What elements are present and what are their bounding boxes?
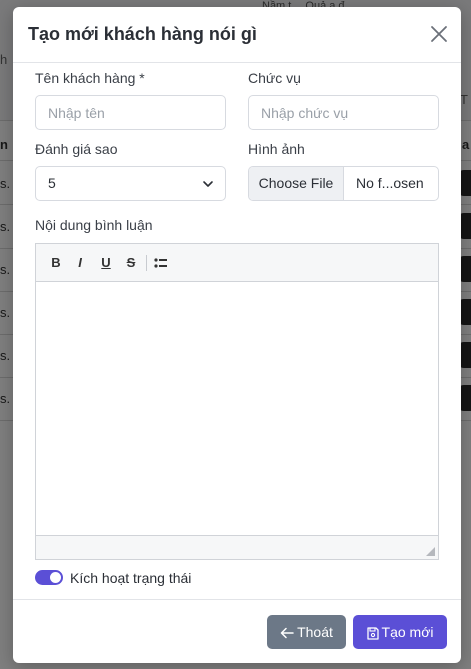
rating-select[interactable]: 5 <box>35 166 226 201</box>
exit-button-label: Thoát <box>297 624 333 640</box>
arrow-left-icon <box>280 628 294 639</box>
editor-content-area[interactable] <box>36 282 438 535</box>
chevron-down-icon <box>203 181 213 187</box>
modal-header: Tạo mới khách hàng nói gì <box>13 7 461 63</box>
exit-button[interactable]: Thoát <box>267 615 346 649</box>
bold-button[interactable]: B <box>48 254 64 272</box>
name-label: Tên khách hàng * <box>35 70 145 86</box>
name-input[interactable] <box>35 95 226 130</box>
status-toggle-label: Kích hoạt trạng thái <box>70 570 192 586</box>
create-button-label: Tạo mới <box>381 624 434 640</box>
modal-title: Tạo mới khách hàng nói gì <box>28 24 257 44</box>
rating-label: Đánh giá sao <box>35 141 118 157</box>
toggle-knob <box>50 572 61 583</box>
editor-statusbar <box>36 535 438 559</box>
position-input[interactable] <box>248 95 439 130</box>
position-label: Chức vụ <box>248 70 301 86</box>
image-file-input[interactable]: Choose File No f...osen <box>248 166 439 201</box>
choose-file-button[interactable]: Choose File <box>249 167 344 200</box>
resize-handle-icon[interactable] <box>426 547 435 556</box>
italic-button[interactable]: I <box>72 254 88 272</box>
underline-button[interactable]: U <box>98 254 114 272</box>
rich-text-editor: B I U S <box>35 243 439 560</box>
file-name-text: No f...osen <box>356 175 424 191</box>
bullet-list-icon[interactable] <box>153 254 169 272</box>
strikethrough-button[interactable]: S <box>123 254 139 272</box>
content-label: Nội dung bình luận <box>35 217 153 233</box>
save-icon <box>366 627 379 640</box>
image-label: Hình ảnh <box>248 141 305 157</box>
rating-select-value: 5 <box>48 175 56 191</box>
close-icon[interactable] <box>429 24 449 44</box>
create-button[interactable]: Tạo mới <box>353 615 447 649</box>
create-testimonial-modal: Tạo mới khách hàng nói gì Tên khách hàng… <box>13 7 461 663</box>
modal-footer: Thoát Tạo mới <box>13 599 461 663</box>
toolbar-separator <box>146 255 147 271</box>
editor-toolbar: B I U S <box>36 244 438 282</box>
status-toggle[interactable] <box>35 570 63 585</box>
